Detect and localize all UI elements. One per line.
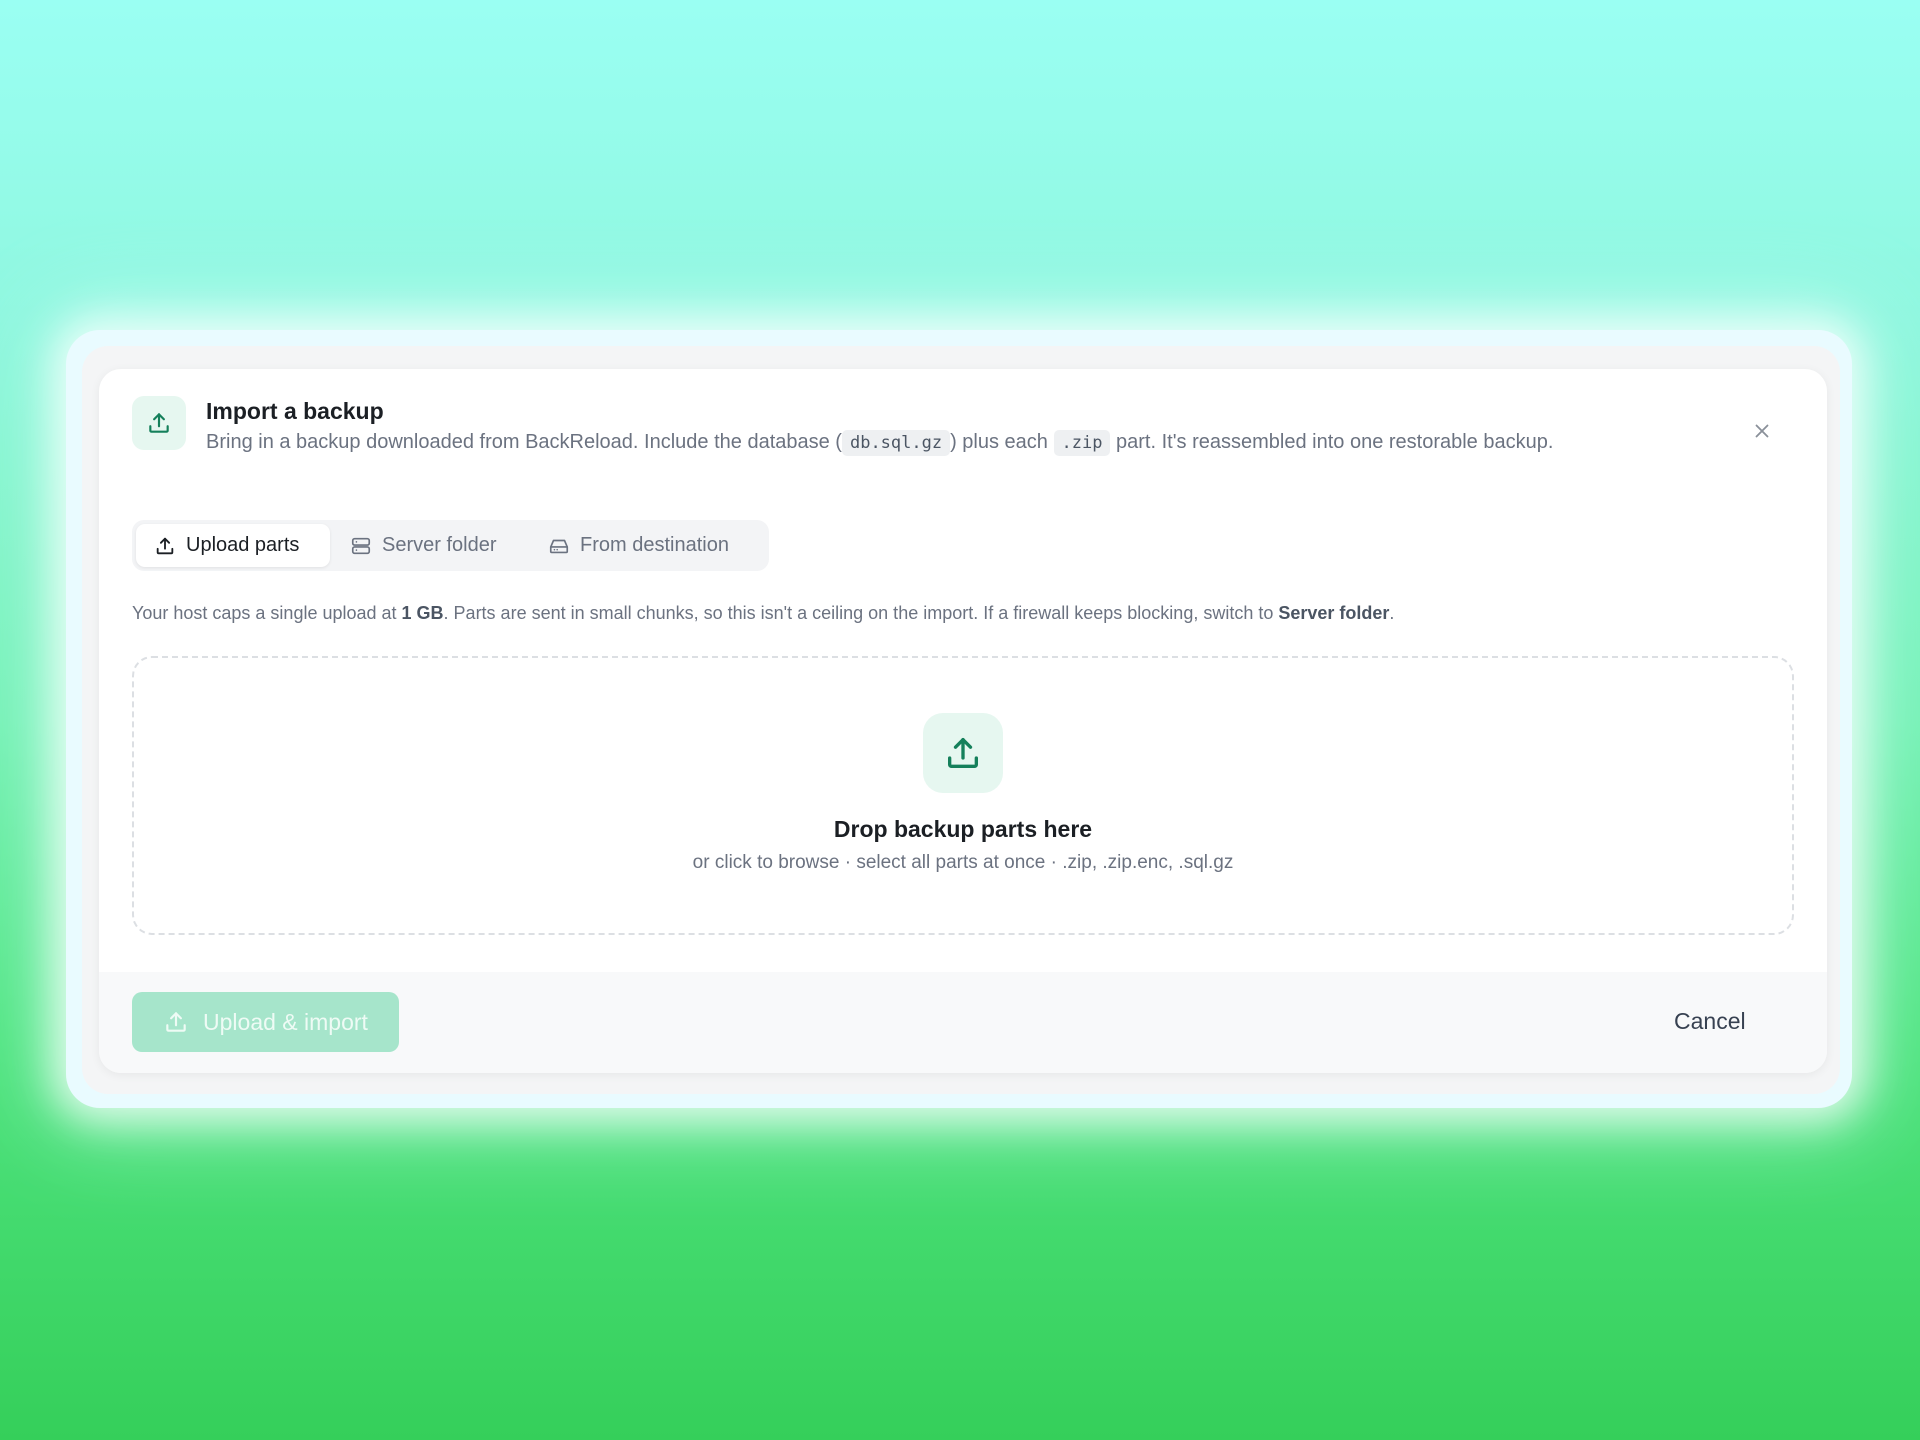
tab-from-destination[interactable]: From destination (530, 524, 766, 567)
dialog-footer: Upload & import Cancel (99, 972, 1827, 1073)
server-folder-link[interactable]: Server folder (1278, 603, 1389, 623)
upload-icon (156, 537, 174, 554)
import-backup-dialog: Import a backup Bring in a backup downlo… (99, 369, 1827, 1073)
dialog-title: Import a backup (206, 398, 384, 424)
upload-limit-note: Your host caps a single upload at 1 GB. … (132, 603, 1394, 624)
note-text: Your host caps a single upload at (132, 603, 402, 623)
upload-icon (166, 1012, 186, 1032)
close-button[interactable] (1746, 415, 1778, 447)
button-label: Upload & import (203, 1008, 368, 1035)
tab-upload-parts[interactable]: Upload parts (136, 524, 330, 567)
dropzone-subtitle: or click to browse · select all parts at… (692, 852, 1234, 873)
code-db-sql-gz: db.sql.gz (841, 430, 951, 456)
tab-label: From destination (580, 534, 729, 556)
note-text: . (1389, 603, 1395, 623)
tab-label: Server folder (382, 534, 497, 556)
note-text: . Parts are sent in small chunks, so thi… (443, 603, 1279, 623)
upload-icon (923, 713, 1003, 793)
description-text: part. It's reassembled into one restorab… (1116, 431, 1554, 453)
close-icon (1755, 424, 1769, 438)
file-dropzone[interactable]: Drop backup parts here or click to brows… (132, 656, 1794, 935)
source-tabs: Upload parts Server folder From destinat… (132, 520, 769, 571)
drive-icon (549, 539, 569, 553)
description-text: ) plus each (950, 431, 1048, 453)
dialog-description: Bring in a backup downloaded from BackRe… (206, 430, 1554, 456)
code-zip: .zip (1053, 430, 1111, 456)
description-text: Bring in a backup downloaded from BackRe… (206, 431, 842, 453)
server-icon (351, 537, 371, 554)
upload-limit-value: 1 GB (401, 603, 444, 623)
tab-server-folder[interactable]: Server folder (332, 524, 522, 567)
upload-icon (132, 396, 186, 450)
tab-label: Upload parts (186, 534, 300, 556)
dropzone-title: Drop backup parts here (833, 816, 1093, 842)
cancel-button[interactable]: Cancel (1674, 1008, 1746, 1035)
upload-import-button[interactable]: Upload & import (132, 992, 399, 1052)
